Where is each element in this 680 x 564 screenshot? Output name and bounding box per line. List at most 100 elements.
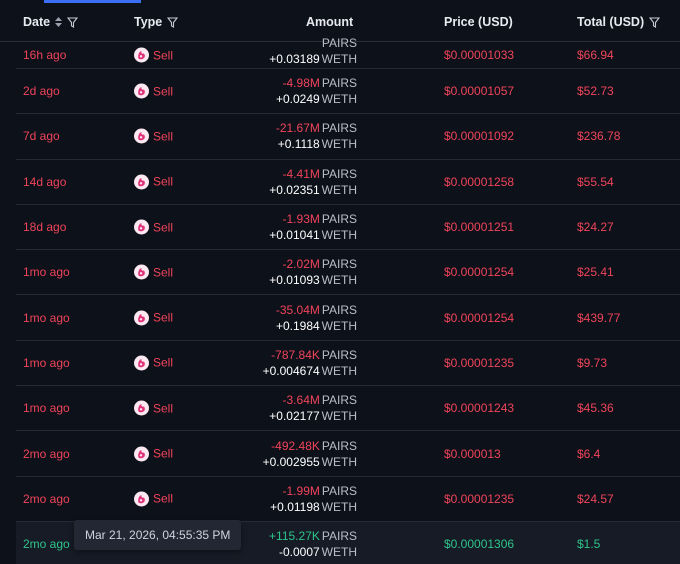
trade-date[interactable]: 2mo ago — [23, 537, 70, 551]
token-logo-icon — [134, 310, 149, 326]
amount-weth-value: +0.004674 — [262, 363, 320, 378]
table-body: 16h ago Sell PAIRS +0.03189 WETH $0.00001… — [16, 36, 680, 564]
trade-date[interactable]: 16h ago — [23, 48, 66, 62]
trade-type: Sell — [134, 47, 173, 63]
amount-weth-unit: WETH — [321, 52, 357, 66]
amount-weth-unit: WETH — [321, 137, 357, 152]
table-row[interactable]: 7d ago Sell -21.67M PAIRS +0.1118 WETH $0.… — [16, 114, 680, 160]
table-row[interactable]: 1mo ago Sell -2.02M PAIRS +0.01093 WETH $0… — [16, 250, 680, 296]
trade-date[interactable]: 1mo ago — [23, 356, 70, 370]
token-logo-icon — [134, 446, 149, 462]
amount-token-value: -787.84K — [271, 347, 320, 362]
trade-type-label: Sell — [153, 220, 174, 235]
sort-icon[interactable] — [55, 17, 63, 27]
amount-weth-value: +0.02177 — [269, 409, 320, 424]
trade-total: $24.57 — [577, 491, 614, 506]
amount-weth-line: +0.002955 WETH — [263, 454, 357, 470]
amount-weth-line: -0.0007 WETH — [269, 544, 357, 560]
column-header-amount: Amount — [306, 15, 353, 29]
trade-type: Sell — [134, 219, 174, 235]
amount-token-unit: PAIRS — [321, 302, 357, 317]
column-header-total[interactable]: Total (USD) — [577, 15, 661, 29]
trade-type: Sell — [134, 400, 173, 416]
trade-total: $52.73 — [577, 84, 614, 99]
amount-token-unit: PAIRS — [321, 438, 357, 453]
table-row[interactable]: 2mo ago Sell -1.99M PAIRS +0.01198 WETH $0… — [16, 477, 680, 522]
amount-weth-unit: WETH — [321, 363, 357, 378]
amount-token-value: -4.41M — [282, 166, 320, 181]
trade-type: Sell — [134, 355, 173, 371]
amount-token-value: -492.48K — [271, 438, 320, 453]
filter-icon[interactable] — [67, 16, 79, 28]
trade-date[interactable]: 2d ago — [23, 84, 60, 98]
trade-total: $24.27 — [577, 220, 614, 235]
trade-type-label: Sell — [153, 129, 174, 144]
filter-icon[interactable] — [649, 16, 661, 28]
token-logo-icon — [134, 219, 149, 235]
amount-token-value: -2.02M — [282, 257, 320, 272]
table-row[interactable]: 14d ago Sell -4.41M PAIRS +0.02351 WETH $0… — [16, 160, 680, 205]
trade-date[interactable]: 1mo ago — [23, 311, 70, 325]
trade-date[interactable]: 1mo ago — [23, 401, 70, 415]
table-row[interactable]: 2mo ago Sell -492.48K PAIRS +0.002955 WETH… — [16, 431, 680, 477]
trade-price: $0.00001235 — [444, 491, 515, 506]
trade-type: Sell — [134, 446, 173, 462]
amount-token-line: -2.02M PAIRS — [269, 256, 357, 272]
trade-date[interactable]: 2mo ago — [23, 447, 70, 461]
trade-amount: -787.84K PAIRS +0.004674 WETH — [263, 347, 357, 379]
amount-weth-value: -0.0007 — [278, 544, 320, 559]
trade-amount: PAIRS +0.03189 WETH — [269, 35, 357, 67]
amount-token-value: -1.93M — [282, 212, 320, 227]
column-header-type[interactable]: Type — [134, 15, 179, 29]
amount-token-unit: PAIRS — [321, 36, 357, 50]
filter-icon[interactable] — [167, 16, 179, 28]
amount-weth-line: +0.02177 WETH — [269, 408, 357, 424]
trade-total: $6.4 — [577, 446, 601, 461]
trade-price: $0.00001057 — [444, 84, 515, 99]
trade-date[interactable]: 2mo ago — [23, 492, 70, 506]
amount-weth-unit: WETH — [321, 318, 357, 333]
table-row[interactable]: 1mo ago Sell -35.04M PAIRS +0.1984 WETH $0… — [16, 295, 680, 341]
table-row[interactable]: 18d ago Sell -1.93M PAIRS +0.01041 WETH $0… — [16, 205, 680, 251]
token-logo-icon — [134, 47, 149, 63]
table-row[interactable]: 2d ago Sell -4.98M PAIRS +0.0249 WETH $0.0… — [16, 69, 680, 115]
amount-token-line: -21.67M PAIRS — [276, 120, 357, 136]
amount-weth-value: +0.02351 — [269, 182, 320, 197]
trade-total: $55.54 — [577, 174, 614, 189]
table-row[interactable]: 1mo ago Sell -787.84K PAIRS +0.004674 WETH… — [16, 341, 680, 387]
trade-price: $0.00001254 — [444, 310, 515, 325]
amount-token-line: -3.64M PAIRS — [269, 392, 357, 408]
token-logo-icon — [134, 174, 149, 190]
trade-date[interactable]: 1mo ago — [23, 265, 70, 279]
amount-token-unit: PAIRS — [321, 121, 357, 136]
amount-token-unit: PAIRS — [321, 393, 357, 408]
token-logo-icon — [134, 400, 149, 416]
amount-weth-value: +0.01041 — [269, 228, 320, 243]
trade-date[interactable]: 7d ago — [23, 129, 60, 143]
amount-weth-unit: WETH — [321, 228, 357, 243]
amount-token-line: -4.98M PAIRS — [276, 75, 357, 91]
amount-weth-value: +0.002955 — [262, 454, 320, 469]
trade-type: Sell — [134, 491, 173, 507]
amount-token-unit: PAIRS — [321, 347, 357, 362]
trade-type: Sell — [134, 264, 173, 280]
date-tooltip: Mar 21, 2026, 04:55:35 PM — [74, 520, 242, 550]
amount-token-value: +115.27K — [269, 528, 320, 543]
amount-token-line: PAIRS — [269, 35, 357, 51]
table-row[interactable]: 1mo ago Sell -3.64M PAIRS +0.02177 WETH $0… — [16, 386, 680, 432]
trade-price: $0.00001033 — [444, 48, 515, 62]
column-header-date[interactable]: Date — [23, 15, 79, 29]
trade-amount: -1.99M PAIRS +0.01198 WETH — [270, 483, 357, 515]
token-logo-icon — [134, 264, 149, 280]
trade-date[interactable]: 14d ago — [23, 175, 66, 189]
trade-price: $0.00001258 — [444, 174, 515, 189]
trade-total: $45.36 — [577, 401, 614, 416]
trade-price: $0.00001092 — [444, 129, 515, 144]
trade-date[interactable]: 18d ago — [23, 220, 66, 234]
amount-weth-unit: WETH — [321, 182, 357, 197]
table-row[interactable]: 16h ago Sell PAIRS +0.03189 WETH $0.00001… — [16, 36, 680, 69]
amount-weth-value: +0.1984 — [275, 318, 320, 333]
trade-total: $236.78 — [577, 129, 621, 144]
trade-price: $0.00001235 — [444, 355, 515, 370]
trade-total: $66.94 — [577, 48, 614, 62]
